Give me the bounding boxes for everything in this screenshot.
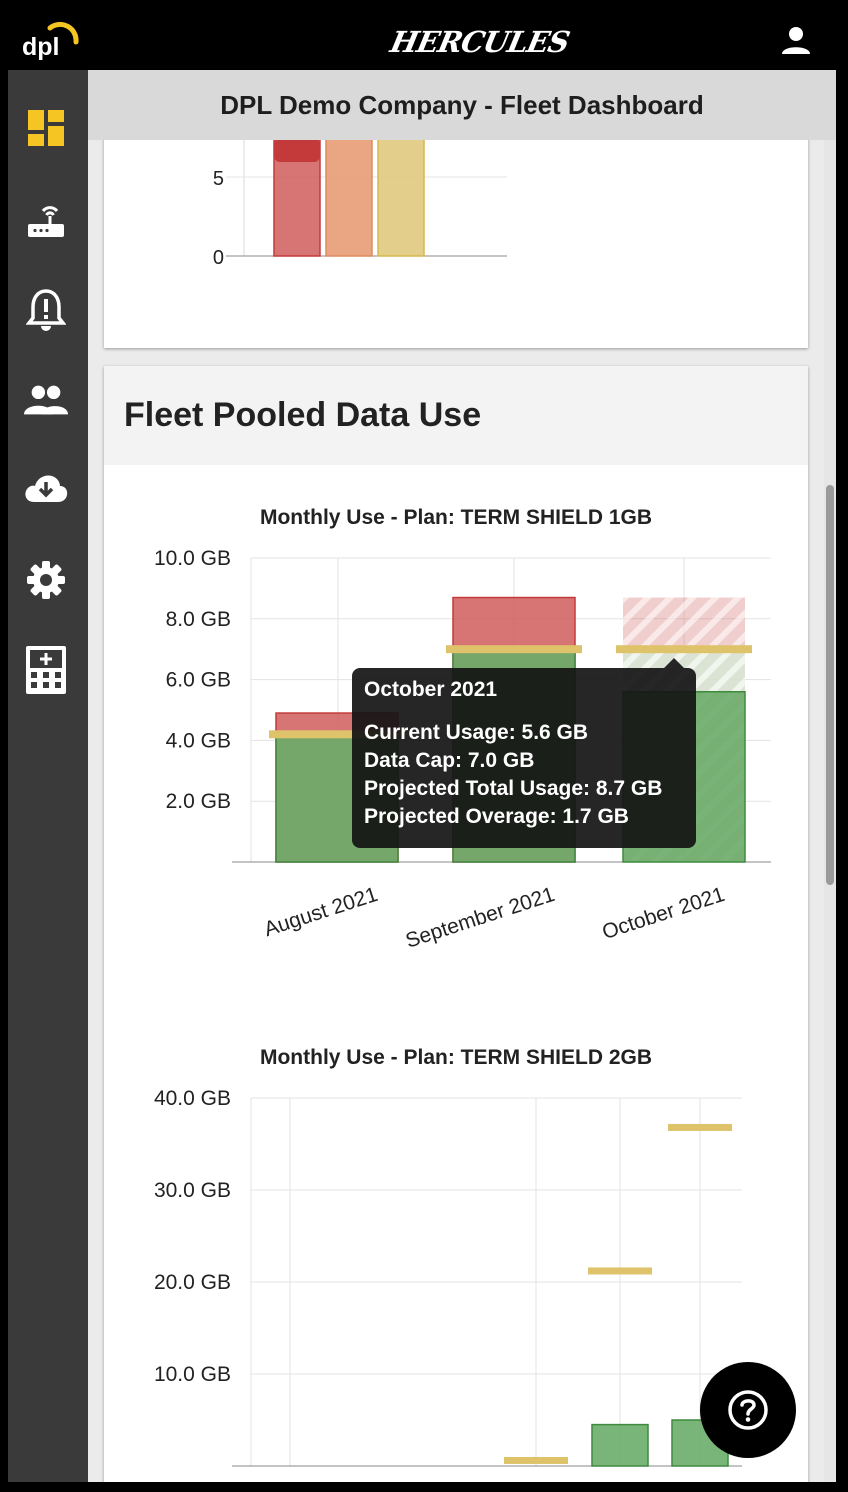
scrollbar[interactable]: [824, 140, 836, 1482]
dpl-logo[interactable]: dpl: [20, 21, 80, 61]
chart2-y-tick: 30.0 GB: [154, 1179, 231, 1202]
chart1-cap-line-2: [616, 645, 752, 654]
chart1-y-tick: 10.0 GB: [154, 547, 231, 570]
sidebar-nav: [8, 70, 88, 1482]
chart1-x-label-2: October 2021: [599, 883, 727, 944]
prior-chart-card: 5 0: [104, 140, 808, 348]
sidebar-item-calculator[interactable]: [24, 646, 68, 694]
sidebar-item-alerts[interactable]: [24, 288, 68, 332]
sidebar-item-dashboard[interactable]: [24, 106, 68, 150]
chart2-cap-line-2: [588, 1267, 652, 1275]
calculator-icon: [26, 646, 66, 694]
people-icon: [24, 385, 68, 415]
tooltip-title: October 2021: [364, 678, 498, 701]
tooltip-arrow: [664, 658, 684, 668]
prior-chart: 5 0: [213, 140, 507, 269]
chart2-y-tick: 10.0 GB: [154, 1363, 231, 1386]
account-icon[interactable]: [780, 24, 812, 56]
chart2-cap-line-3: [668, 1123, 732, 1131]
chart1-y-tick: 6.0 GB: [166, 669, 231, 692]
cloud-download-icon: [25, 475, 68, 502]
prior-chart-bar-red-cap: [274, 140, 320, 162]
sidebar-item-users[interactable]: [24, 378, 68, 422]
router-icon: [28, 206, 64, 237]
card-title: Fleet Pooled Data Use: [124, 396, 482, 434]
dashboard-icon: [28, 110, 64, 146]
prior-chart-bar-yellow: [377, 140, 425, 257]
sidebar-item-downloads[interactable]: [24, 466, 68, 510]
page-title: DPL Demo Company - Fleet Dashboard: [88, 70, 836, 140]
chart1-x-label-0: August 2021: [261, 883, 380, 941]
help-question-icon: [728, 1390, 768, 1430]
tooltip-current-usage: Current Usage: 5.6 GB: [364, 721, 589, 744]
prior-chart-tick-5: 5: [213, 168, 224, 190]
sidebar-item-devices[interactable]: [24, 198, 68, 242]
dashboard-scroll-area[interactable]: 5 0 Fleet Pooled Data Use Monthly Use - …: [88, 140, 836, 1482]
help-button[interactable]: [700, 1362, 796, 1458]
fleet-pooled-data-card: Fleet Pooled Data Use Monthly Use - Plan…: [104, 366, 808, 1482]
chart2-bar-usage-2: [591, 1423, 649, 1467]
chart1-x-label-1: September 2021: [403, 883, 558, 953]
chart1-y-tick: 2.0 GB: [166, 790, 231, 813]
prior-chart-bar-orange: [325, 140, 373, 257]
tooltip-projected-total: Projected Total Usage: 8.7 GB: [364, 777, 663, 800]
chart1-cap-line-1: [446, 645, 582, 654]
gear-icon: [27, 561, 65, 599]
chart2-y-tick: 40.0 GB: [154, 1087, 231, 1110]
chart1-y-tick: 8.0 GB: [166, 608, 231, 631]
top-bar: dpl HERCULES: [8, 10, 836, 70]
tooltip-data-cap: Data Cap: 7.0 GB: [364, 749, 535, 772]
hercules-brand: HERCULES: [387, 25, 573, 59]
tooltip-projected-overage: Projected Overage: 1.7 GB: [364, 805, 629, 828]
card-header: Fleet Pooled Data Use: [104, 366, 808, 465]
logo-text: dpl: [22, 33, 60, 60]
app-frame: dpl HERCULES DPL Demo Company - Fleet Da…: [8, 10, 836, 1482]
chart1-y-tick: 4.0 GB: [166, 729, 231, 752]
prior-chart-tick-0: 0: [213, 247, 224, 269]
alert-bell-icon: [26, 289, 66, 331]
sidebar-item-settings[interactable]: [24, 558, 68, 602]
chart2-cap-line-1: [504, 1456, 568, 1464]
scrollbar-thumb[interactable]: [826, 485, 834, 885]
chart2-y-tick: 20.0 GB: [154, 1271, 231, 1294]
chart1-tooltip: October 2021 Current Usage: 5.6 GB Data …: [352, 658, 696, 848]
main-content: DPL Demo Company - Fleet Dashboard 5 0 F…: [88, 70, 836, 1482]
